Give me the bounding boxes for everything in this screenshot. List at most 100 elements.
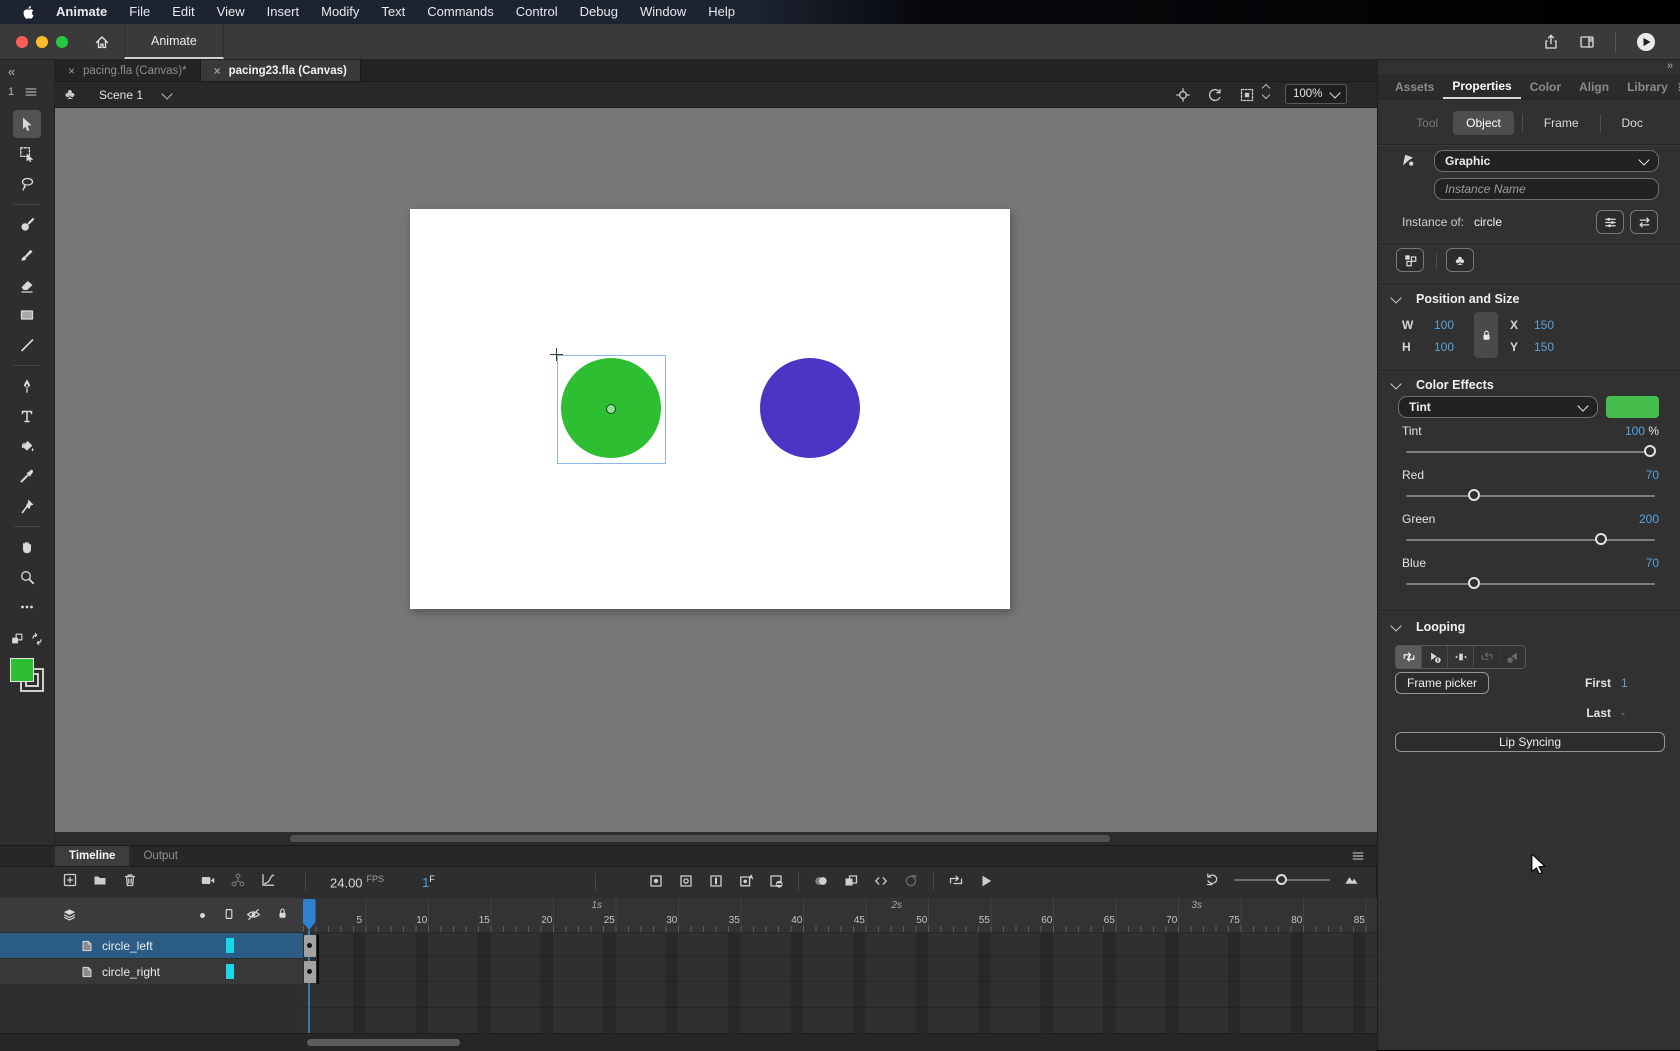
menu-window[interactable]: Window [629,0,697,24]
menu-animate[interactable]: Animate [45,0,118,24]
canvas-scrollbar-thumb[interactable] [290,835,1110,842]
h-value[interactable]: 100 [1434,340,1454,354]
zoom-stepper[interactable] [1261,83,1271,100]
highlight-dot-icon[interactable] [200,913,205,918]
slider-handle[interactable] [1595,533,1608,545]
panel-expand-icon[interactable]: » [1378,60,1680,74]
minimize-window-button[interactable] [36,35,48,48]
menu-help[interactable]: Help [697,0,746,24]
fill-color-swatch[interactable] [10,658,46,694]
free-transform-tool[interactable] [13,140,41,168]
line-tool[interactable] [13,331,41,359]
custom-ease-icon[interactable] [903,873,919,889]
timeline-scrollbar[interactable] [0,1033,1377,1051]
hide-layers-icon[interactable] [246,907,261,922]
onion-skin-range-icon[interactable] [873,873,889,889]
mode-tab-frame[interactable]: Frame [1531,111,1592,135]
text-tool[interactable] [13,402,41,430]
keyframe-frame-1[interactable] [303,935,316,957]
close-tab-icon[interactable]: × [68,64,75,78]
timeline-zoom-handle[interactable] [1276,873,1287,885]
break-apart-button[interactable] [1396,248,1424,272]
collapse-panel-icon[interactable]: « [8,64,46,79]
swap-colors-icon[interactable] [10,632,24,646]
panel-tab-library[interactable]: Library [1618,74,1677,99]
fps-indicator[interactable]: 24.00 FPS 1F [330,874,435,890]
frame-view-icon[interactable] [1344,872,1359,887]
center-stage-icon[interactable] [1175,87,1191,103]
instance-name-input[interactable] [1434,178,1659,200]
pen-tool[interactable] [13,372,41,400]
doc-tab-pacing23.fla[interactable]: × pacing23.fla (Canvas) [200,60,361,81]
y-value[interactable]: 150 [1534,340,1554,354]
slider-value[interactable]: 200 [1639,512,1659,526]
layer-color-swatch[interactable] [226,964,234,979]
reset-timeline-zoom-icon[interactable] [1205,872,1220,887]
single-frame-button[interactable] [1448,646,1474,668]
home-icon[interactable] [94,34,110,50]
tint-color-swatch[interactable] [1606,396,1659,418]
auto-keyframe-icon[interactable] [738,873,754,889]
slider-handle[interactable] [1468,577,1481,589]
loop-playback-icon[interactable] [948,873,964,889]
layer-color-swatch[interactable] [226,938,234,953]
panel-tab-properties[interactable]: Properties [1443,74,1521,99]
zoom-tool[interactable] [13,563,41,591]
mode-tab-object[interactable]: Object [1453,111,1514,135]
last-value[interactable]: - [1621,706,1625,720]
stage[interactable] [410,209,1010,609]
slider-track[interactable] [1406,577,1655,589]
menu-text[interactable]: Text [370,0,416,24]
close-tab-icon[interactable]: × [214,64,221,78]
selection-tool[interactable] [13,110,41,138]
reset-colors-icon[interactable] [30,632,44,646]
play-once-button[interactable] [1422,646,1448,668]
rotate-canvas-icon[interactable] [1207,87,1223,103]
hand-tool[interactable] [13,533,41,561]
panel-tab-color[interactable]: Color [1521,74,1570,99]
color-effects-header[interactable]: Color Effects [1390,377,1494,392]
scene-name[interactable]: Scene 1 [99,88,143,102]
w-value[interactable]: 100 [1434,318,1454,332]
slider-track[interactable] [1406,489,1655,501]
canvas-scrollbar[interactable] [55,832,1377,845]
layer-name[interactable]: circle_left [102,939,153,953]
keyframe-frame-1[interactable] [303,961,316,983]
menu-debug[interactable]: Debug [569,0,629,24]
timeline-tab-timeline[interactable]: Timeline [55,846,130,866]
delete-layer-icon[interactable] [122,872,138,888]
panel-tab-assets[interactable]: Assets [1386,74,1443,99]
scene-chevron-down-icon[interactable] [161,88,173,100]
timeline-panel-menu-icon[interactable] [1351,849,1365,863]
collapse-chevron-icon[interactable] [1390,619,1402,632]
looping-header[interactable]: Looping [1390,619,1465,634]
loop-button[interactable] [1396,646,1422,668]
eraser-tool[interactable] [13,271,41,299]
play-icon[interactable] [978,873,994,889]
timeline-zoom-slider[interactable] [1234,873,1330,885]
zoom-level-dropdown[interactable]: 100% [1285,84,1347,104]
frames-grid[interactable] [303,933,1377,1033]
menu-file[interactable]: File [118,0,161,24]
loop-reverse-button[interactable] [1474,646,1500,668]
zoom-down-icon[interactable] [1261,90,1271,100]
mode-tab-doc[interactable]: Doc [1609,111,1656,135]
remove-frames-icon[interactable] [768,873,784,889]
menu-insert[interactable]: Insert [256,0,311,24]
menu-edit[interactable]: Edit [161,0,205,24]
close-window-button[interactable] [16,35,28,48]
fluid-brush-tool[interactable] [13,211,41,239]
convert-to-symbol-button[interactable]: ♣ [1446,248,1474,272]
share-icon[interactable] [1543,34,1559,50]
slider-handle[interactable] [1644,445,1657,457]
collapse-chevron-icon[interactable] [1390,377,1402,390]
classic-brush-tool[interactable] [13,241,41,269]
panel-tab-align[interactable]: Align [1570,74,1618,99]
test-movie-button[interactable] [1636,32,1656,52]
eyedropper-tool[interactable] [13,462,41,490]
symbol-type-dropdown[interactable]: Graphic [1434,150,1659,172]
play-once-reverse-button[interactable] [1500,646,1525,668]
blank-keyframe-icon[interactable] [678,873,694,889]
edit-filters-button[interactable] [1596,210,1624,234]
collapse-chevron-icon[interactable] [1390,291,1402,304]
